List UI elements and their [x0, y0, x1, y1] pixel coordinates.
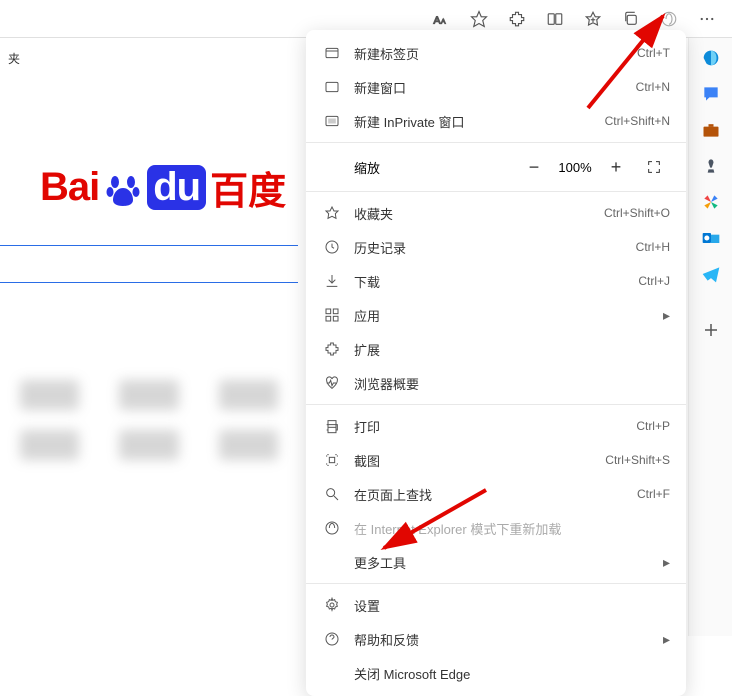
- zoom-out-button[interactable]: −: [518, 153, 550, 181]
- menu-find-on-page[interactable]: 在页面上查找 Ctrl+F: [306, 477, 686, 511]
- history-icon: [322, 237, 342, 257]
- briefcase-icon[interactable]: [699, 118, 723, 142]
- submenu-arrow-icon: ▸: [663, 554, 670, 571]
- screenshot-icon: [322, 450, 342, 470]
- paw-icon: [103, 168, 143, 208]
- add-sidebar-icon[interactable]: [699, 318, 723, 342]
- menu-print[interactable]: 打印 Ctrl+P: [306, 409, 686, 443]
- svg-text:A: A: [434, 14, 441, 26]
- menu-extensions[interactable]: 扩展: [306, 332, 686, 366]
- ie-icon: [322, 518, 342, 538]
- menu-ie-reload: 在 Internet Explorer 模式下重新加载: [306, 511, 686, 545]
- zoom-value: 100%: [550, 160, 600, 175]
- split-screen-button[interactable]: [538, 4, 572, 34]
- baidu-logo: Bai du 百度: [40, 160, 286, 215]
- search-icon: [322, 484, 342, 504]
- collections-button[interactable]: [576, 4, 610, 34]
- baidu-du: du: [147, 165, 206, 210]
- ie-mode-button[interactable]: [652, 4, 686, 34]
- menu-downloads[interactable]: 下载 Ctrl+J: [306, 264, 686, 298]
- breadcrumb-fragment: 夹: [0, 46, 28, 71]
- menu-close-edge[interactable]: 关闭 Microsoft Edge: [306, 656, 686, 690]
- new-tab-icon: [322, 43, 342, 63]
- menu-apps[interactable]: 应用 ▸: [306, 298, 686, 332]
- menu-browser-essentials[interactable]: 浏览器概要: [306, 366, 686, 400]
- menu-new-window[interactable]: 新建窗口 Ctrl+N: [306, 70, 686, 104]
- menu-divider: [306, 404, 686, 405]
- right-sidebar: [688, 38, 732, 636]
- pinwheel-icon[interactable]: [699, 190, 723, 214]
- inprivate-icon: [322, 111, 342, 131]
- new-window-icon: [322, 77, 342, 97]
- zoom-in-button[interactable]: +: [600, 153, 632, 181]
- edge-main-menu: 新建标签页 Ctrl+T 新建窗口 Ctrl+N 新建 InPrivate 窗口…: [306, 30, 686, 696]
- menu-divider: [306, 191, 686, 192]
- svg-text:A: A: [441, 18, 446, 25]
- menu-new-inprivate[interactable]: 新建 InPrivate 窗口 Ctrl+Shift+N: [306, 104, 686, 138]
- menu-zoom-row: 缩放 − 100% +: [306, 147, 686, 187]
- chat-icon[interactable]: [699, 82, 723, 106]
- menu-more-tools[interactable]: 更多工具 ▸: [306, 545, 686, 579]
- menu-settings[interactable]: 设置: [306, 588, 686, 622]
- extensions-icon: [322, 339, 342, 359]
- menu-divider: [306, 142, 686, 143]
- menu-help-feedback[interactable]: 帮助和反馈 ▸: [306, 622, 686, 656]
- gear-icon: [322, 595, 342, 615]
- heartbeat-icon: [322, 373, 342, 393]
- submenu-arrow-icon: ▸: [663, 307, 670, 324]
- favorites-icon: [322, 203, 342, 223]
- submenu-arrow-icon: ▸: [663, 631, 670, 648]
- baidu-latin: Bai: [40, 165, 99, 210]
- fullscreen-button[interactable]: [638, 153, 670, 181]
- menu-new-tab[interactable]: 新建标签页 Ctrl+T: [306, 36, 686, 70]
- copilot-icon[interactable]: [699, 46, 723, 70]
- menu-history[interactable]: 历史记录 Ctrl+H: [306, 230, 686, 264]
- menu-screenshot[interactable]: 截图 Ctrl+Shift+S: [306, 443, 686, 477]
- apps-icon: [322, 305, 342, 325]
- favorite-button[interactable]: [462, 4, 496, 34]
- menu-divider: [306, 583, 686, 584]
- more-menu-button[interactable]: [690, 4, 724, 34]
- help-icon: [322, 629, 342, 649]
- text-size-button[interactable]: AA: [424, 4, 458, 34]
- search-box-lines: [0, 245, 298, 319]
- outlook-icon[interactable]: [699, 226, 723, 250]
- blurred-tiles: [0, 380, 298, 460]
- chess-icon[interactable]: [699, 154, 723, 178]
- telegram-icon[interactable]: [699, 262, 723, 286]
- duplicate-tab-button[interactable]: [614, 4, 648, 34]
- extensions-button[interactable]: [500, 4, 534, 34]
- baidu-cn: 百度: [210, 160, 286, 215]
- downloads-icon: [322, 271, 342, 291]
- print-icon: [322, 416, 342, 436]
- menu-favorites[interactable]: 收藏夹 Ctrl+Shift+O: [306, 196, 686, 230]
